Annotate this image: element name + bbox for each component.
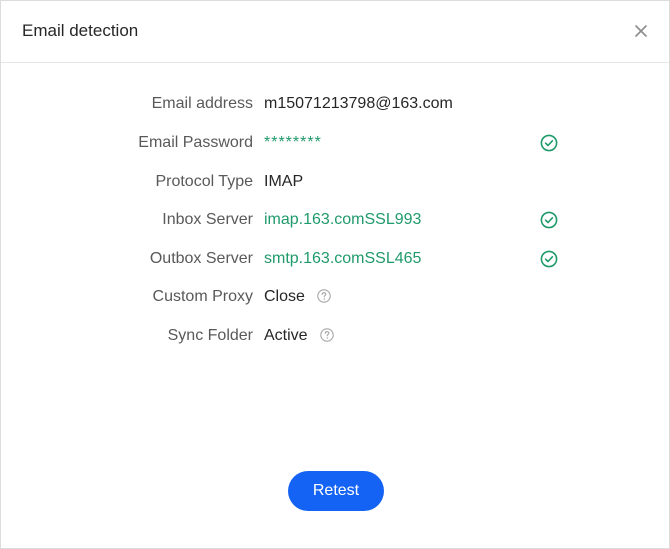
row-email-password: Email Password ******** xyxy=(1,131,669,155)
question-circle-icon[interactable] xyxy=(320,328,334,342)
row-outbox-server: Outbox Server smtp.163.comSSL465 xyxy=(1,247,669,271)
close-icon[interactable] xyxy=(633,23,649,39)
row-protocol-type: Protocol Type IMAP xyxy=(1,170,669,194)
email-password-label: Email Password xyxy=(138,134,253,151)
dialog-header: Email detection xyxy=(1,1,669,63)
inbox-server-label: Inbox Server xyxy=(162,211,253,228)
email-address-value: m15071213798@163.com xyxy=(264,95,453,112)
check-circle-icon xyxy=(540,134,558,152)
protocol-type-label: Protocol Type xyxy=(155,173,253,190)
row-sync-folder: Sync Folder Active xyxy=(1,324,669,348)
sync-folder-label: Sync Folder xyxy=(167,327,253,344)
row-email-address: Email address m15071213798@163.com xyxy=(1,92,669,116)
email-address-label: Email address xyxy=(151,95,253,112)
row-custom-proxy: Custom Proxy Close xyxy=(1,285,669,309)
email-detection-dialog: Email detection Email address m150712137… xyxy=(0,0,670,549)
check-circle-icon xyxy=(540,211,558,229)
check-circle-icon xyxy=(540,250,558,268)
question-circle-icon[interactable] xyxy=(317,289,332,303)
sync-folder-value: Active xyxy=(264,327,308,344)
custom-proxy-value: Close xyxy=(264,288,305,305)
inbox-server-value: imap.163.comSSL993 xyxy=(264,211,422,228)
custom-proxy-label: Custom Proxy xyxy=(152,288,253,305)
outbox-server-label: Outbox Server xyxy=(149,250,253,267)
sync-folder-value-wrap: Active xyxy=(264,324,334,348)
row-inbox-server: Inbox Server imap.163.comSSL993 xyxy=(1,208,669,232)
retest-button[interactable]: Retest xyxy=(288,471,384,511)
outbox-server-value: smtp.163.comSSL465 xyxy=(264,250,422,267)
dialog-title: Email detection xyxy=(22,21,139,40)
custom-proxy-value-wrap: Close xyxy=(264,285,332,309)
email-password-value: ******** xyxy=(264,134,322,151)
protocol-type-value: IMAP xyxy=(264,173,304,190)
